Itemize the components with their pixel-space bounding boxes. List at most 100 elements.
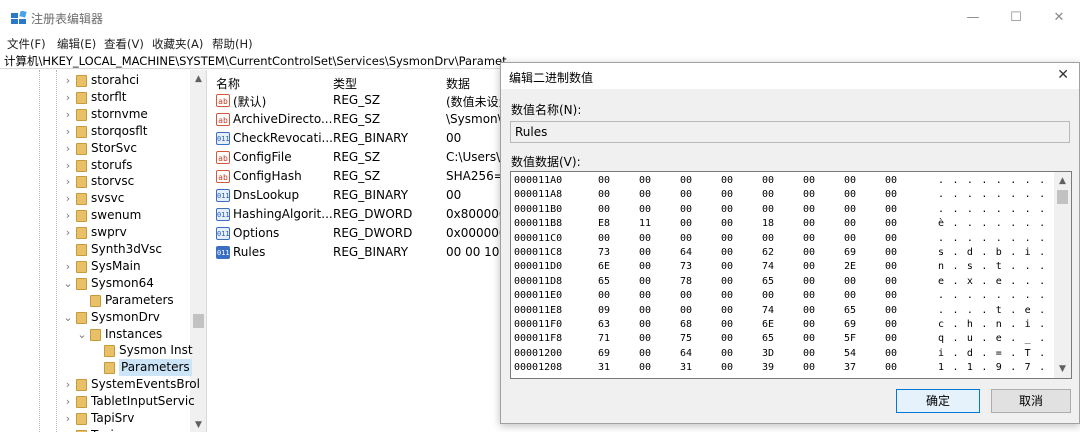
tree-item[interactable]: › storvsc bbox=[0, 173, 190, 190]
hex-byte[interactable]: 00 bbox=[762, 188, 774, 201]
hex-ascii[interactable]: . . . . . . . . bbox=[938, 203, 1046, 216]
hex-row[interactable]: 000011E0 00 00 00 00 00 00 00 00 . . . . . . . . bbox=[514, 289, 1054, 302]
hex-byte[interactable]: 00 bbox=[885, 318, 897, 331]
hex-byte[interactable]: 00 bbox=[844, 188, 856, 201]
hex-ascii[interactable]: e . x . e . . . bbox=[938, 275, 1046, 288]
hex-row[interactable]: 000011A0 00 00 00 00 00 00 00 00 . . . . . . . . bbox=[514, 174, 1054, 187]
expand-chevron-icon[interactable]: › bbox=[63, 410, 73, 427]
tree-item[interactable]: › Tcpip bbox=[0, 427, 190, 432]
hex-byte[interactable]: 39 bbox=[762, 361, 774, 374]
hex-byte[interactable]: 00 bbox=[803, 361, 815, 374]
collapse-chevron-icon[interactable]: ⌄ bbox=[63, 309, 73, 326]
hex-byte[interactable]: 64 bbox=[680, 347, 692, 360]
hex-byte[interactable]: 00 bbox=[885, 188, 897, 201]
hex-byte[interactable]: 69 bbox=[598, 347, 610, 360]
hex-byte[interactable]: E8 bbox=[598, 217, 610, 230]
hex-byte[interactable]: 00 bbox=[885, 289, 897, 302]
expand-chevron-icon[interactable]: › bbox=[63, 393, 73, 410]
hex-byte[interactable]: 00 bbox=[598, 188, 610, 201]
hex-editor[interactable]: ▲ ▼ 000011A0 00 00 00 00 00 00 00 00. . . . . . … bbox=[510, 171, 1072, 379]
scroll-up-icon[interactable]: ▲ bbox=[190, 72, 206, 86]
hex-byte[interactable]: 74 bbox=[762, 260, 774, 273]
hex-byte[interactable]: 31 bbox=[680, 361, 692, 374]
hex-byte[interactable]: 00 bbox=[885, 304, 897, 317]
hex-byte[interactable]: 73 bbox=[598, 246, 610, 259]
hex-byte[interactable]: 00 bbox=[803, 203, 815, 216]
hex-scrollbar[interactable]: ▲ ▼ bbox=[1054, 172, 1071, 378]
hex-byte[interactable]: 00 bbox=[844, 289, 856, 302]
hex-byte[interactable]: 00 bbox=[762, 232, 774, 245]
hex-byte[interactable]: 00 bbox=[721, 304, 733, 317]
expand-chevron-icon[interactable]: › bbox=[63, 376, 73, 393]
hex-byte[interactable]: 65 bbox=[762, 332, 774, 345]
expand-chevron-icon[interactable]: › bbox=[63, 427, 73, 432]
expand-chevron-icon[interactable]: › bbox=[63, 123, 73, 140]
tree-item[interactable]: › storqosflt bbox=[0, 123, 190, 140]
hex-byte[interactable]: 00 bbox=[803, 174, 815, 187]
hex-byte[interactable]: 00 bbox=[762, 203, 774, 216]
hex-byte[interactable]: 00 bbox=[803, 188, 815, 201]
tree-item[interactable]: ⌄ Sysmon64 bbox=[0, 275, 190, 292]
hex-byte[interactable]: 00 bbox=[680, 174, 692, 187]
cancel-button[interactable]: 取消 bbox=[991, 389, 1071, 413]
expand-chevron-icon[interactable]: › bbox=[63, 72, 73, 89]
tree-item[interactable]: Parameters bbox=[0, 292, 190, 309]
hex-byte[interactable]: 00 bbox=[803, 246, 815, 259]
scroll-up-icon[interactable]: ▲ bbox=[1054, 174, 1071, 188]
hex-byte[interactable]: 31 bbox=[598, 361, 610, 374]
hex-row[interactable]: 000011C8 73 00 64 00 62 00 69 00 s . d . b . i . bbox=[514, 246, 1054, 259]
value-row[interactable]: 011 Options REG_DWORD 0x000000 bbox=[208, 224, 508, 243]
hex-byte[interactable]: 00 bbox=[885, 275, 897, 288]
hex-row[interactable]: 000011A8 00 00 00 00 00 00 00 00 . . . . . . . . bbox=[514, 188, 1054, 201]
hex-row[interactable]: 000011D0 6E 00 73 00 74 00 2E 00 n . s . t . . . bbox=[514, 260, 1054, 273]
hex-byte[interactable]: 63 bbox=[598, 318, 610, 331]
key-tree[interactable]: ▲ ▼ › storahci › storflt › stornvme › storqosfl… bbox=[0, 70, 207, 432]
scroll-thumb[interactable] bbox=[1057, 190, 1068, 204]
menu-file[interactable]: 文件(F) bbox=[7, 36, 46, 52]
tree-item[interactable]: Parameters bbox=[0, 359, 192, 377]
hex-row[interactable]: 000011B0 00 00 00 00 00 00 00 00 . . . . . . . . bbox=[514, 203, 1054, 216]
hex-byte[interactable]: 00 bbox=[598, 289, 610, 302]
hex-byte[interactable]: 00 bbox=[598, 232, 610, 245]
column-header-type[interactable]: 类型 bbox=[333, 75, 357, 92]
expand-chevron-icon[interactable]: › bbox=[63, 173, 73, 190]
hex-byte[interactable]: 00 bbox=[639, 289, 651, 302]
hex-byte[interactable]: 00 bbox=[844, 232, 856, 245]
hex-ascii[interactable]: c . h . n . i . bbox=[938, 318, 1046, 331]
value-row[interactable]: 011 CheckRevocati... REG_BINARY 00 bbox=[208, 129, 508, 148]
hex-byte[interactable]: 00 bbox=[803, 318, 815, 331]
value-row[interactable]: ab (默认) REG_SZ (数值未设置 bbox=[208, 91, 508, 110]
hex-byte[interactable]: 78 bbox=[680, 275, 692, 288]
tree-item[interactable]: › storahci bbox=[0, 72, 190, 89]
hex-ascii[interactable]: q . u . e . _ . bbox=[938, 332, 1046, 345]
tree-item[interactable]: › SysMain bbox=[0, 258, 190, 275]
hex-byte[interactable]: 00 bbox=[885, 232, 897, 245]
menu-help[interactable]: 帮助(H) bbox=[212, 36, 253, 52]
menu-favorites[interactable]: 收藏夹(A) bbox=[152, 36, 203, 52]
hex-byte[interactable]: 00 bbox=[803, 304, 815, 317]
hex-ascii[interactable]: . . . . t . e . bbox=[938, 304, 1046, 317]
hex-byte[interactable]: 00 bbox=[803, 217, 815, 230]
expand-chevron-icon[interactable]: › bbox=[63, 157, 73, 174]
hex-byte[interactable]: 00 bbox=[598, 203, 610, 216]
hex-byte[interactable]: 00 bbox=[721, 188, 733, 201]
value-list[interactable]: 名称 类型 数据 ab (默认) REG_SZ (数值未设置 ab ArchiveDire… bbox=[208, 70, 508, 432]
hex-byte[interactable]: 00 bbox=[721, 174, 733, 187]
collapse-chevron-icon[interactable]: ⌄ bbox=[63, 275, 73, 292]
hex-byte[interactable]: 00 bbox=[639, 260, 651, 273]
hex-byte[interactable]: 00 bbox=[639, 318, 651, 331]
hex-byte[interactable]: 68 bbox=[680, 318, 692, 331]
expand-chevron-icon[interactable]: › bbox=[63, 207, 73, 224]
hex-byte[interactable]: 11 bbox=[639, 217, 651, 230]
tree-item[interactable]: › stornvme bbox=[0, 106, 190, 123]
hex-byte[interactable]: 00 bbox=[844, 203, 856, 216]
expand-chevron-icon[interactable]: › bbox=[63, 224, 73, 241]
hex-byte[interactable]: 00 bbox=[721, 203, 733, 216]
hex-ascii[interactable]: . . . . . . . . bbox=[938, 289, 1046, 302]
hex-row[interactable]: 000011F8 71 00 75 00 65 00 5F 00 q . u . e . _ . bbox=[514, 332, 1054, 345]
hex-byte[interactable]: 00 bbox=[680, 188, 692, 201]
tree-item[interactable]: › storflt bbox=[0, 89, 190, 106]
value-row[interactable]: ab ArchiveDirecto... REG_SZ \Sysmon\ bbox=[208, 110, 508, 129]
hex-byte[interactable]: 00 bbox=[680, 289, 692, 302]
hex-byte[interactable]: 00 bbox=[639, 304, 651, 317]
